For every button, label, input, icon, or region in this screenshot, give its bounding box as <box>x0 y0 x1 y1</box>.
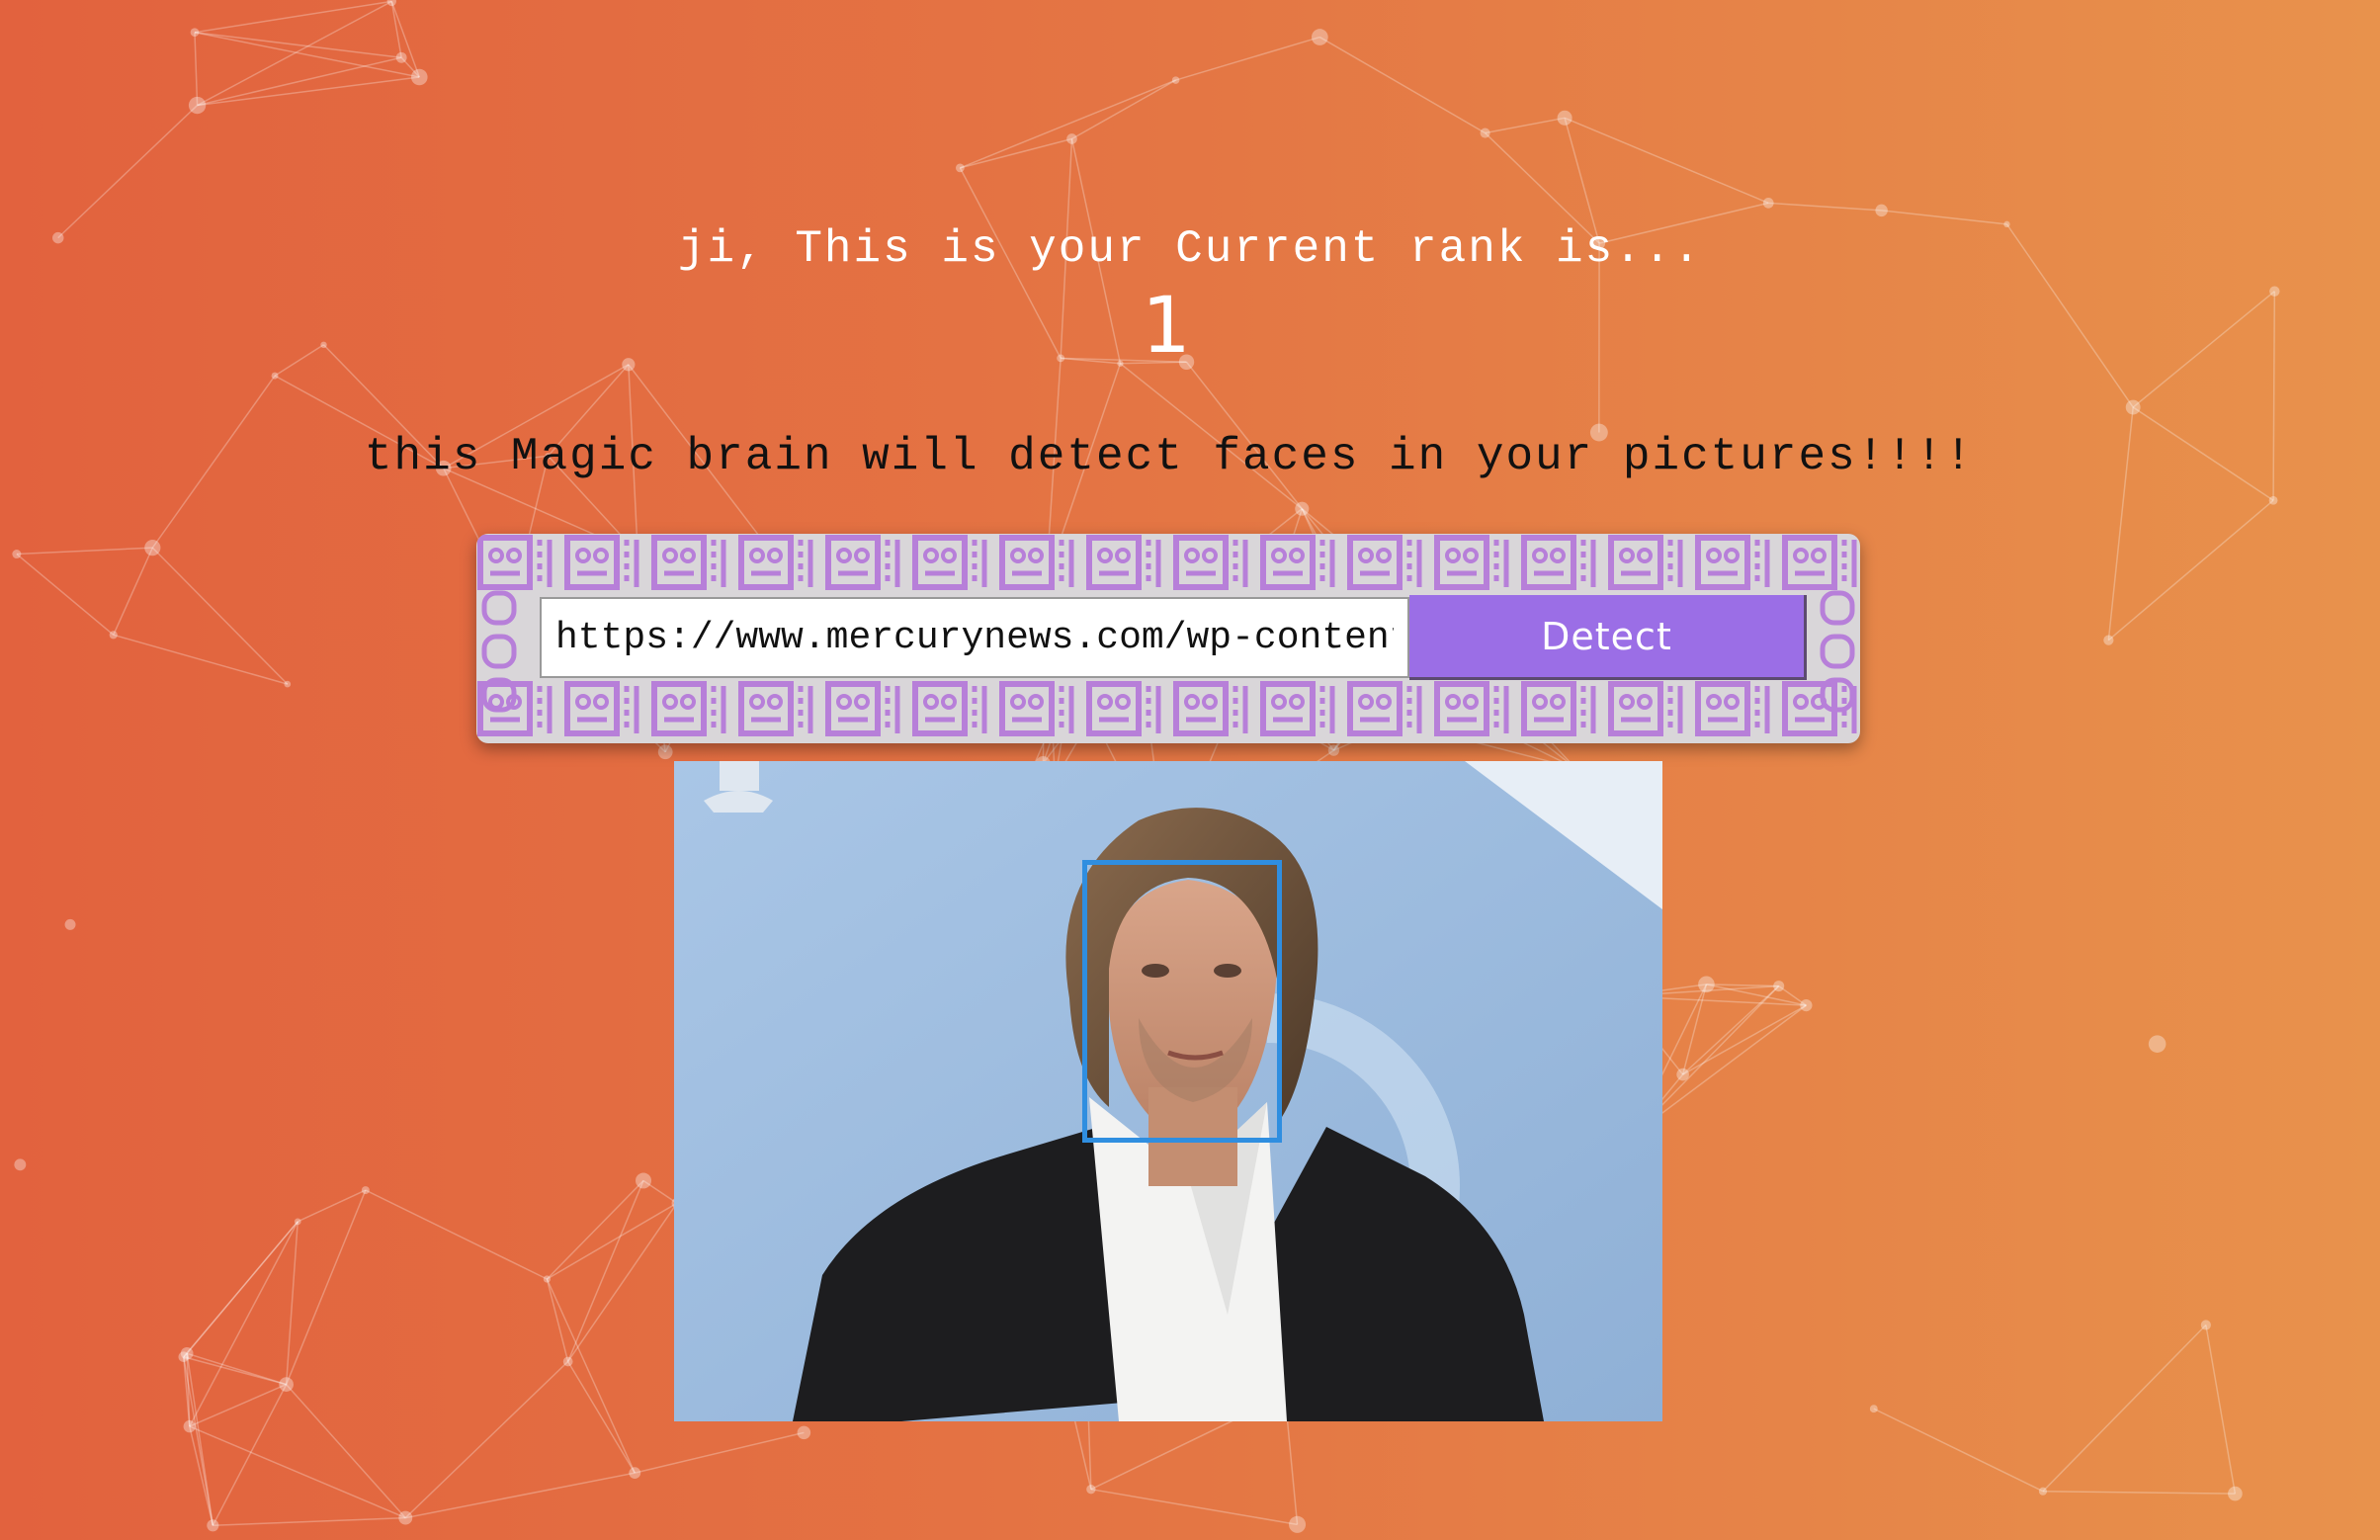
face-bounding-box <box>1082 860 1282 1143</box>
detect-button[interactable]: Detect <box>1409 595 1807 680</box>
rank-value: 1 <box>1142 282 1191 371</box>
image-link-form: Detect <box>476 534 1860 743</box>
rank-greeting: ji, This is your Current rank is... <box>677 223 1703 275</box>
app-tagline: this Magic brain will detect faces in yo… <box>364 431 1975 482</box>
face-detection-result <box>674 761 1662 1421</box>
image-url-input[interactable] <box>540 597 1409 678</box>
